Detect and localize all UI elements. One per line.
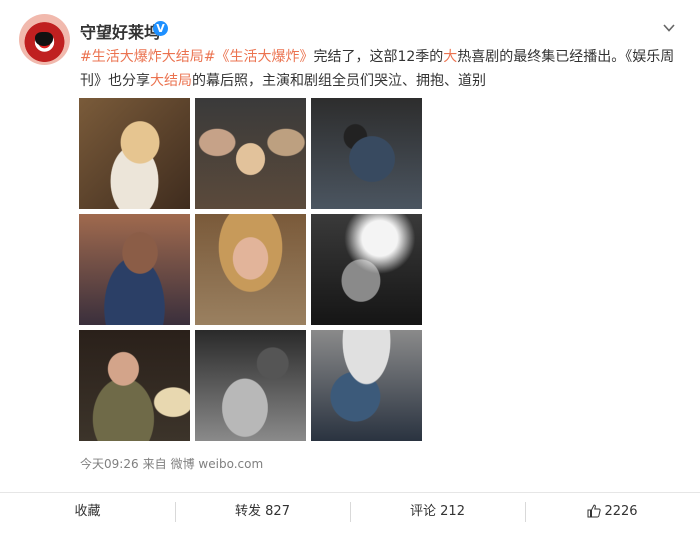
source-prefix: 来自 <box>142 457 167 471</box>
weibo-post-card: 守望好莱坞 V #生活大爆炸大结局#《生活大爆炸》完结了，这部12季的大热喜剧的… <box>0 0 700 533</box>
like-button[interactable]: 2226 <box>525 493 700 531</box>
photo-thumbnail[interactable] <box>195 214 306 325</box>
photo-thumbnail[interactable] <box>79 330 190 441</box>
photo-thumbnail[interactable] <box>195 330 306 441</box>
photo-thumbnail[interactable] <box>79 214 190 325</box>
photo-thumbnail[interactable] <box>79 98 190 209</box>
photo-thumbnail[interactable] <box>195 98 306 209</box>
post-time[interactable]: 今天09:26 <box>80 457 139 471</box>
title-link[interactable]: 《生活大爆炸》 <box>215 49 313 65</box>
post-text: #生活大爆炸大结局#《生活大爆炸》完结了，这部12季的大热喜剧的最终集已经播出。… <box>80 45 680 93</box>
photo-thumbnail[interactable] <box>311 98 422 209</box>
source-link[interactable]: 微博 weibo.com <box>171 457 264 471</box>
photo-grid <box>79 98 422 441</box>
favorite-button[interactable]: 收藏 <box>0 493 175 531</box>
avatar[interactable] <box>19 14 70 65</box>
action-bar: 收藏 转发 827 评论 212 2226 <box>0 492 700 531</box>
keyword-link-1[interactable]: 大 <box>443 49 457 65</box>
favorite-label: 收藏 <box>74 504 101 519</box>
post-text-part-3: 的幕后照，主演和剧组全员们哭泣、拥抱、道别 <box>192 73 486 89</box>
post-meta: 今天09:26 来自 微博 weibo.com <box>80 455 267 472</box>
chevron-down-icon[interactable] <box>663 22 675 34</box>
photo-thumbnail[interactable] <box>311 214 422 325</box>
photo-thumbnail[interactable] <box>311 330 422 441</box>
post-text-part-1: 完结了，这部12季的 <box>313 49 444 65</box>
keyword-link-2[interactable]: 大结局 <box>150 73 192 89</box>
repost-button[interactable]: 转发 827 <box>175 493 350 531</box>
repost-label: 转发 827 <box>235 504 290 519</box>
comment-label: 评论 212 <box>410 504 465 519</box>
username[interactable]: 守望好莱坞 <box>80 19 160 43</box>
hashtag-link[interactable]: #生活大爆炸大结局# <box>80 49 215 65</box>
like-count: 2226 <box>604 504 638 519</box>
comment-button[interactable]: 评论 212 <box>350 493 525 531</box>
thumbs-up-icon <box>587 504 602 518</box>
verified-badge-icon: V <box>153 21 168 36</box>
